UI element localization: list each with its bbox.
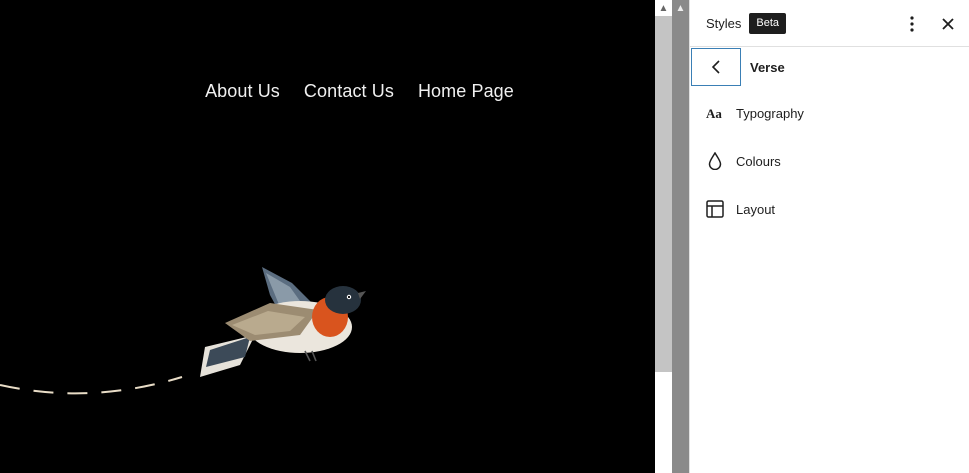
frame-scrollbar[interactable]: ▲ [672, 0, 689, 473]
editor-canvas[interactable]: About Us Contact Us Home Page [0, 0, 655, 473]
section-header: Verse [690, 47, 969, 89]
droplet-icon [706, 152, 724, 170]
chevron-left-icon [712, 60, 720, 74]
menu-item-label: Typography [736, 105, 804, 121]
panel-title: Styles [706, 15, 742, 31]
menu-item-layout[interactable]: Layout [690, 185, 969, 233]
panel-header: Styles Beta [690, 0, 969, 47]
scrollbar-thumb[interactable] [655, 16, 672, 372]
menu-item-colours[interactable]: Colours [690, 137, 969, 185]
bird-illustration [0, 267, 366, 395]
menu-item-label: Layout [736, 201, 776, 217]
canvas-scrollbar[interactable]: ▲ [655, 0, 672, 473]
beta-badge: Beta [749, 12, 787, 34]
layout-icon [706, 200, 724, 218]
menu-item-label: Colours [736, 153, 781, 169]
scrollbar-track-lower[interactable] [655, 372, 672, 473]
svg-text:Aa: Aa [706, 107, 722, 119]
nav-link-about[interactable]: About Us [205, 79, 280, 103]
nav-link-home[interactable]: Home Page [418, 79, 514, 103]
section-title: Verse [750, 60, 785, 75]
typography-icon: Aa [706, 104, 724, 122]
site-navigation: About Us Contact Us Home Page [0, 79, 655, 103]
close-icon [942, 18, 954, 30]
menu-item-typography[interactable]: Aa Typography [690, 89, 969, 137]
scroll-up-icon[interactable]: ▲ [655, 0, 672, 16]
close-button[interactable] [936, 12, 960, 36]
nav-link-contact[interactable]: Contact Us [304, 79, 394, 103]
back-button[interactable] [691, 48, 741, 86]
kebab-menu-icon [910, 16, 914, 32]
styles-panel: Styles Beta Verse Aa Typography Colours … [689, 0, 969, 473]
more-options-button[interactable] [900, 12, 924, 36]
scroll-up-icon[interactable]: ▲ [672, 0, 689, 16]
